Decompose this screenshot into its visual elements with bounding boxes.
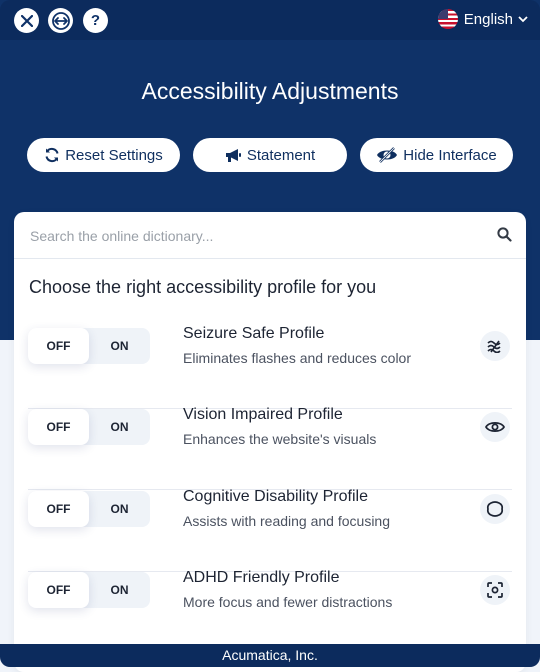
chevron-down-icon (518, 15, 528, 22)
page-title: Accessibility Adjustments (141, 78, 399, 104)
resize-button[interactable] (48, 8, 73, 33)
profile-row-vision-impaired: OFF ON Vision Impaired Profile Enhances … (28, 406, 512, 490)
footer: Acumatica, Inc. (0, 644, 540, 667)
profile-toggle[interactable]: OFF ON (28, 572, 150, 608)
focus-icon (480, 575, 510, 605)
language-label: English (463, 10, 513, 28)
question-icon: ? (90, 12, 101, 29)
profile-name: Cognitive Disability Profile (183, 488, 368, 505)
help-button[interactable]: ? (83, 8, 108, 33)
statement-label: Statement (246, 146, 316, 164)
search-icon[interactable] (497, 227, 512, 242)
refresh-icon (45, 147, 59, 163)
language-selector[interactable]: English (437, 9, 528, 29)
waves-icon (480, 331, 510, 361)
megaphone-icon (225, 148, 241, 162)
toggle-on[interactable]: ON (89, 409, 150, 445)
search-input[interactable] (28, 223, 482, 249)
profile-name: Seizure Safe Profile (183, 325, 325, 342)
toggle-off[interactable]: OFF (28, 409, 89, 445)
hide-interface-label: Hide Interface (403, 146, 497, 164)
toggle-off[interactable]: OFF (28, 328, 89, 364)
toggle-on[interactable]: ON (89, 328, 150, 364)
eye-icon (480, 412, 510, 442)
toggle-off[interactable]: OFF (28, 491, 89, 527)
brain-icon (480, 494, 510, 524)
profile-row-cognitive-disability: OFF ON Cognitive Disability Profile Assi… (28, 488, 512, 572)
close-icon (20, 14, 33, 27)
eye-slash-icon (377, 147, 398, 163)
profile-name: ADHD Friendly Profile (183, 569, 340, 586)
profile-row-adhd-friendly: OFF ON ADHD Friendly Profile More focus … (28, 569, 512, 653)
profile-toggle[interactable]: OFF ON (28, 491, 150, 527)
us-flag-icon (437, 9, 458, 29)
close-button[interactable] (14, 8, 39, 33)
toggle-on[interactable]: ON (89, 572, 150, 608)
profiles-card: Choose the right accessibility profile f… (14, 212, 526, 672)
reset-settings-label: Reset Settings (65, 146, 163, 164)
reset-settings-button[interactable]: Reset Settings (27, 138, 180, 172)
profile-description: More focus and fewer distractions (183, 594, 393, 610)
toggle-off[interactable]: OFF (28, 572, 89, 608)
search-bar (14, 212, 526, 259)
profile-toggle[interactable]: OFF ON (28, 328, 150, 364)
toggle-on[interactable]: ON (89, 491, 150, 527)
profile-description: Eliminates flashes and reduces color (183, 350, 412, 366)
profile-name: Vision Impaired Profile (183, 406, 343, 423)
profiles-heading: Choose the right accessibility profile f… (29, 277, 377, 297)
profile-description: Enhances the website's visuals (183, 431, 377, 447)
profile-toggle[interactable]: OFF ON (28, 409, 150, 445)
profile-row-seizure-safe: OFF ON Seizure Safe Profile Eliminates f… (28, 325, 512, 409)
footer-text: Acumatica, Inc. (222, 647, 318, 663)
profile-description: Assists with reading and focusing (183, 513, 390, 529)
arrows-horizontal-icon (51, 11, 70, 30)
statement-button[interactable]: Statement (193, 138, 347, 172)
hide-interface-button[interactable]: Hide Interface (360, 138, 513, 172)
